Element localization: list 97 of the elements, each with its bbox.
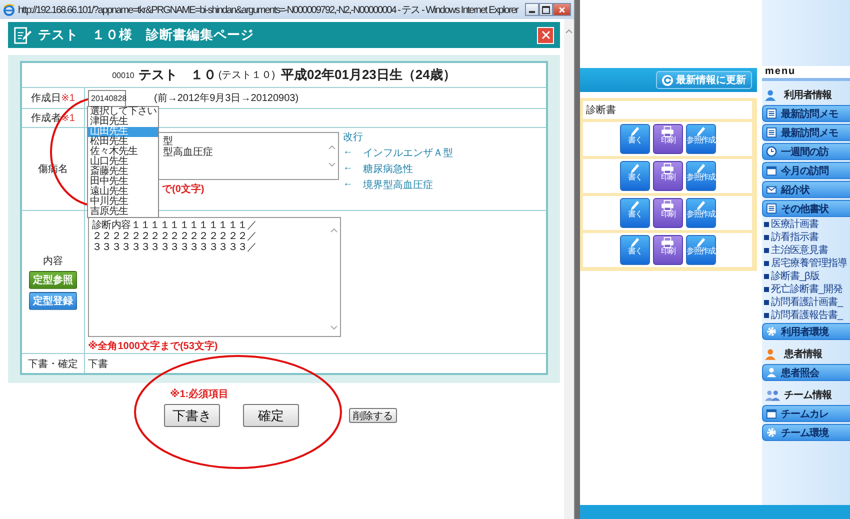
refresh-button[interactable]: 最新情報に更新: [656, 71, 752, 89]
document-icon: [766, 127, 777, 138]
dropdown-option[interactable]: 吉原先生: [88, 207, 158, 217]
printer-icon: [661, 126, 674, 137]
section-heading: チーム情報: [784, 388, 832, 402]
pencil-icon: [628, 163, 641, 174]
printer-icon: [661, 237, 674, 248]
action-button[interactable]: 確定: [243, 404, 299, 427]
action-tile-button[interactable]: 書く: [620, 198, 650, 228]
menu-link[interactable]: 主治医意見書: [762, 245, 850, 256]
scrollbar[interactable]: [564, 19, 574, 519]
menu-title: menu: [762, 66, 850, 81]
dialog-title: テスト １０様 診断書編集ページ: [38, 26, 255, 44]
field-label: 内容: [43, 254, 63, 268]
status-value: 下書: [88, 358, 108, 370]
character-counter: ※全角1000文字まで(53文字): [88, 339, 218, 353]
insert-arrow[interactable]: ←: [343, 146, 353, 160]
people-icon: [765, 390, 781, 400]
previous-date-note: (前→2012年9月3日→20120903): [154, 92, 299, 105]
maximize-button[interactable]: [539, 3, 553, 16]
menu-button[interactable]: 患者照会: [762, 364, 850, 381]
menu-button[interactable]: 利用者環境: [762, 323, 850, 340]
patient-kana: (テスト１０): [218, 69, 276, 82]
action-tile-button[interactable]: 印刷: [652, 161, 682, 191]
menu-button[interactable]: 最新訪問メモ: [762, 124, 850, 141]
action-tile-button[interactable]: 書く: [620, 235, 650, 265]
pencil-icon: [694, 200, 707, 211]
menu-button[interactable]: 今月の訪問: [762, 162, 850, 179]
menu-link[interactable]: 訪問看護計画書_: [762, 297, 850, 308]
close-icon: [540, 30, 550, 40]
minimize-button[interactable]: [525, 3, 539, 16]
insert-arrow[interactable]: ←: [343, 162, 353, 176]
close-icon: [558, 6, 566, 14]
document-pen-icon: [13, 26, 32, 44]
pencil-icon: [628, 200, 641, 211]
patient-name: テスト １０: [138, 66, 216, 84]
menu-link[interactable]: 居宅療養管理指導: [762, 258, 850, 269]
insert-arrow[interactable]: ←: [343, 178, 353, 192]
menu-button[interactable]: 一週間の訪: [762, 143, 850, 160]
menu-button[interactable]: チームカレ: [762, 405, 850, 422]
action-tile-button[interactable]: 印刷: [652, 235, 682, 265]
browser-logo-icon: [3, 4, 15, 16]
newline-hint: 改行: [343, 131, 364, 144]
section-heading: 利用者情報: [784, 88, 832, 102]
envelope-icon: [766, 184, 777, 195]
close-button[interactable]: [553, 3, 571, 16]
content-text-area[interactable]: 診断内容１１１１１１１１１１１１／ ２２２２２２２２２２２２２２２２／ ３３３３３３３３３３３３３３３３／: [88, 217, 341, 337]
action-tile-button[interactable]: 参照作成: [686, 198, 716, 228]
action-tile-button[interactable]: 書く: [620, 161, 650, 191]
menu-button[interactable]: 最新訪問メモ: [762, 105, 850, 122]
action-button[interactable]: 下書き: [164, 404, 220, 427]
menu-button[interactable]: その他書状: [762, 200, 850, 217]
document-icon: [766, 203, 777, 214]
pencil-icon: [694, 163, 707, 174]
calendar-icon: [766, 165, 777, 176]
character-counter: で(0文字): [162, 182, 206, 196]
gear-icon: [766, 326, 777, 337]
menu-link[interactable]: 死亡診断書_開発: [762, 284, 850, 295]
birth-date: 平成02年01月23日生（24歳）: [281, 66, 456, 84]
window-title: http://192.168.66.101/?appname=tkr&PRGNAME=bi-shindan&arguments=-N000009792,-N2,-N00000004 - テス - Windows Internet Explorer: [18, 4, 520, 16]
required-note: ※1:必須項目: [170, 388, 229, 401]
section-heading: 患者情報: [784, 348, 822, 361]
suggestion-link[interactable]: 糖尿病急性: [363, 162, 413, 176]
menu-link[interactable]: 医療計画書: [762, 219, 850, 230]
pencil-icon: [694, 126, 707, 137]
action-tile-button[interactable]: 参照作成: [686, 235, 716, 265]
action-tile-button[interactable]: 印刷: [652, 124, 682, 154]
menu-button[interactable]: 紹介状: [762, 181, 850, 198]
clock-icon: [766, 146, 777, 157]
patient-id: 00010: [112, 70, 134, 80]
printer-icon: [661, 163, 674, 174]
suggestion-link[interactable]: インフルエンザＡ型: [363, 146, 453, 160]
pencil-icon: [628, 126, 641, 137]
template-button[interactable]: 定型参照: [29, 271, 77, 289]
action-tile-button[interactable]: 印刷: [652, 198, 682, 228]
action-tile-button[interactable]: 参照作成: [686, 124, 716, 154]
calendar-icon: [766, 408, 777, 419]
menu-button[interactable]: チーム環境: [762, 424, 850, 441]
pencil-icon: [694, 237, 707, 248]
menu-link[interactable]: 訪看指示書: [762, 232, 850, 243]
field-label: 下書・確定: [28, 358, 78, 370]
document-icon: [766, 108, 777, 119]
action-tile-button[interactable]: 書く: [620, 124, 650, 154]
menu-link[interactable]: 訪問看護報告書_: [762, 310, 850, 321]
refresh-icon: [662, 74, 673, 86]
menu-link[interactable]: 診断書_β版: [762, 271, 850, 282]
panel-title: 診断書: [583, 101, 752, 119]
suggestion-link[interactable]: 境界型高血圧症: [363, 178, 433, 192]
pencil-icon: [628, 237, 641, 248]
gear-icon: [766, 427, 777, 438]
field-label: 作成日: [31, 92, 62, 105]
action-button[interactable]: 削除する: [349, 408, 397, 423]
template-button[interactable]: 定型登録: [29, 292, 77, 310]
printer-icon: [661, 200, 674, 211]
action-tile-button[interactable]: 参照作成: [686, 161, 716, 191]
scroll-up-icon: [565, 28, 573, 34]
person-icon: [766, 367, 777, 378]
